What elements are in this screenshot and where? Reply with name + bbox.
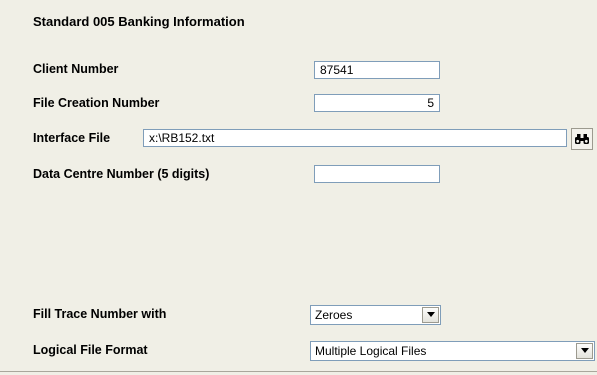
chevron-down-icon[interactable] [422, 307, 439, 323]
bottom-divider [0, 371, 597, 372]
logical-file-format-selected: Multiple Logical Files [315, 344, 427, 358]
binoculars-icon [575, 134, 589, 144]
chevron-down-icon[interactable] [576, 343, 593, 359]
fill-trace-number-select[interactable]: Zeroes [310, 305, 441, 325]
section-title: Standard 005 Banking Information [33, 14, 245, 29]
client-number-label: Client Number [33, 62, 119, 76]
data-centre-number-label: Data Centre Number (5 digits) [33, 167, 210, 181]
file-creation-number-label: File Creation Number [33, 96, 160, 110]
interface-file-label: Interface File [33, 131, 111, 145]
logical-file-format-select[interactable]: Multiple Logical Files [310, 341, 595, 361]
browse-file-button[interactable] [571, 128, 593, 150]
file-creation-number-field[interactable]: 5 [314, 94, 440, 112]
data-centre-number-field[interactable] [314, 165, 440, 183]
client-number-field[interactable]: 87541 [314, 61, 440, 79]
logical-file-format-label: Logical File Format [33, 343, 148, 357]
fill-trace-number-label: Fill Trace Number with [33, 307, 167, 321]
interface-file-field[interactable]: x:\RB152.txt [143, 129, 567, 147]
fill-trace-number-selected: Zeroes [315, 308, 353, 322]
